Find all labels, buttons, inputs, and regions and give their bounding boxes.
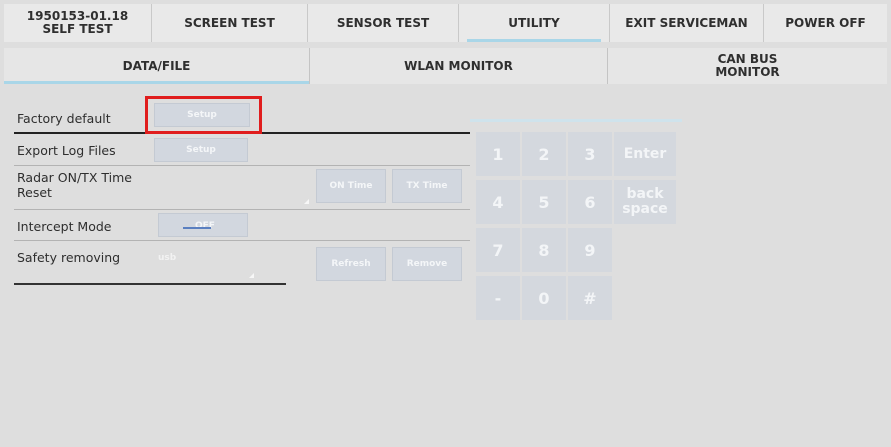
keypad-display-line [470, 119, 682, 122]
factory-default-label: Factory default [17, 111, 111, 126]
tab-data-file-label: DATA/FILE [122, 58, 191, 73]
export-log-setup-button[interactable]: Setup [154, 138, 248, 162]
radar-time-label-line1: Radar ON/TX Time [17, 170, 132, 185]
setting-factory-default: Factory default Setup [14, 96, 470, 134]
backspace-label-line2: space [622, 201, 668, 217]
settings-list: Factory default Setup Export Log Files S… [14, 96, 470, 285]
tab-screen-test-label: SCREEN TEST [184, 15, 275, 30]
keypad-key-8[interactable]: 8 [522, 228, 566, 272]
tab-utility-label: UTILITY [508, 15, 560, 30]
setting-safety-removing: Safety removing usb [14, 241, 286, 285]
intercept-mode-value: OFF [195, 221, 215, 231]
sub-tab-bar: DATA/FILE WLAN MONITOR CAN BUS MONITOR [4, 48, 887, 84]
intercept-mode-label: Intercept Mode [17, 219, 112, 234]
safety-device-select[interactable]: usb [158, 253, 176, 263]
radar-time-label-line2: Reset [17, 185, 52, 200]
refresh-button[interactable]: Refresh [316, 247, 386, 281]
tab-self-test-label: SELF TEST [42, 22, 113, 36]
setting-export-log-files: Export Log Files Setup [14, 134, 470, 166]
tab-sensor-test[interactable]: SENSOR TEST [308, 4, 459, 42]
on-time-button[interactable]: ON Time [316, 169, 386, 203]
keypad-key-hash[interactable]: # [568, 276, 612, 320]
tab-can-bus-monitor[interactable]: CAN BUS MONITOR [608, 48, 887, 84]
tab-wlan-monitor-label: WLAN MONITOR [404, 58, 513, 73]
toggle-indicator [183, 227, 211, 229]
keypad-key-2[interactable]: 2 [522, 132, 566, 176]
tab-utility[interactable]: UTILITY [459, 4, 610, 42]
tab-data-file[interactable]: DATA/FILE [4, 48, 310, 84]
tab-power-off[interactable]: POWER OFF [764, 4, 887, 42]
export-log-files-label: Export Log Files [17, 143, 116, 158]
tab-exit-serviceman[interactable]: EXIT SERVICEMAN [610, 4, 764, 42]
tab-sensor-test-label: SENSOR TEST [336, 15, 430, 30]
keypad-enter-key[interactable]: Enter [614, 132, 676, 176]
tab-screen-test[interactable]: SCREEN TEST [152, 4, 308, 42]
top-tab-bar: 1950153-01.18 SELF TEST SCREEN TEST SENS… [4, 4, 887, 42]
tx-time-button[interactable]: TX Time [392, 169, 462, 203]
tab-can-bus-label-line2: MONITOR [715, 65, 780, 79]
keypad-key-5[interactable]: 5 [522, 180, 566, 224]
tab-self-test[interactable]: 1950153-01.18 SELF TEST [4, 4, 152, 42]
setting-radar-time-reset: Radar ON/TX Time Reset ON Time TX Time [14, 166, 470, 210]
radar-time-reset-label: Radar ON/TX Time Reset [17, 170, 132, 200]
keypad-key-1[interactable]: 1 [476, 132, 520, 176]
keypad-key-9[interactable]: 9 [568, 228, 612, 272]
keypad-key-7[interactable]: 7 [476, 228, 520, 272]
setting-intercept-mode: Intercept Mode OFF [14, 210, 470, 241]
keypad-key-4[interactable]: 4 [476, 180, 520, 224]
backspace-label-line1: back [626, 186, 664, 202]
tab-exit-serviceman-label: EXIT SERVICEMAN [625, 15, 748, 30]
highlight-box [145, 96, 262, 134]
keypad-backspace-key[interactable]: back space [614, 180, 676, 224]
dropdown-corner-icon [304, 199, 309, 204]
tab-wlan-monitor[interactable]: WLAN MONITOR [310, 48, 608, 84]
keypad-key-minus[interactable]: - [476, 276, 520, 320]
keypad-key-3[interactable]: 3 [568, 132, 612, 176]
intercept-mode-toggle[interactable]: OFF [158, 213, 248, 237]
tab-power-off-label: POWER OFF [785, 15, 866, 30]
remove-button[interactable]: Remove [392, 247, 462, 281]
safety-removing-label: Safety removing [17, 250, 121, 265]
keypad-key-0[interactable]: 0 [522, 276, 566, 320]
dropdown-corner-icon [249, 273, 254, 278]
keypad-key-6[interactable]: 6 [568, 180, 612, 224]
